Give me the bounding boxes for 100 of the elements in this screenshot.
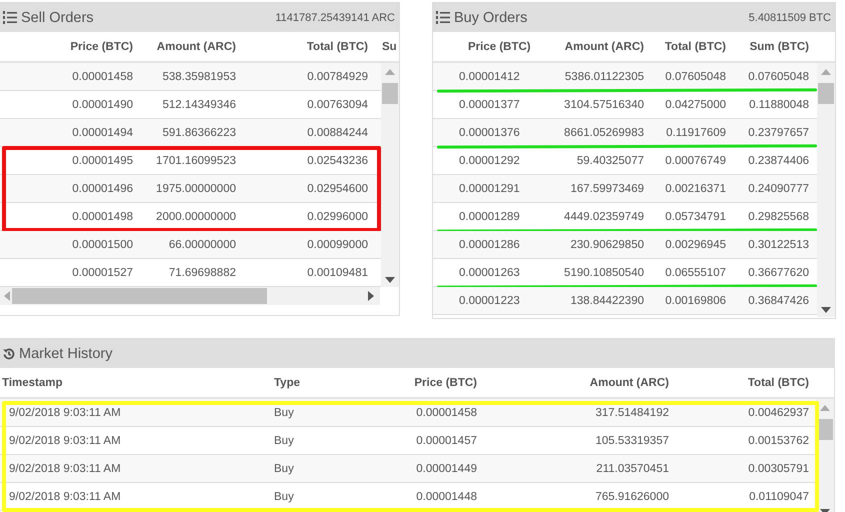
scroll-up-icon[interactable] <box>821 69 831 75</box>
scroll-up-icon[interactable] <box>385 69 395 75</box>
table-cell-text: 0.23797657 <box>748 126 810 138</box>
table-cell: Buy <box>274 462 294 474</box>
table-cell-text: 0.00001458 <box>72 70 134 82</box>
table-cell: 0.01109047 <box>749 490 809 502</box>
table-cell-text: 0.00001291 <box>458 182 520 194</box>
table-cell-text: 0.06555107 <box>665 266 727 278</box>
table-cell-text: 591.86366223 <box>162 126 237 138</box>
history-icon <box>3 348 15 360</box>
table-cell-text: 0.00884244 <box>307 126 369 138</box>
panel-title: Buy Orders <box>454 10 528 26</box>
scroll-down-icon[interactable] <box>385 277 395 283</box>
table-cell-text: 0.00001527 <box>72 266 134 278</box>
table-cell-text: 230.90629850 <box>570 238 645 250</box>
table-cell-text: 66.00000000 <box>168 238 237 250</box>
table-cell-text: 0.11917609 <box>666 126 727 138</box>
table-cell: Buy <box>274 406 294 418</box>
table-cell-text: 0.00001490 <box>72 98 134 110</box>
table-cell-text: 0.02996000 <box>307 210 369 222</box>
column-header: Amount (ARC) <box>564 40 645 52</box>
table-cell-text: 0.04275000 <box>665 98 727 110</box>
table-cell-text: 512.14349346 <box>162 98 237 110</box>
column-header: Timestamp <box>1 376 63 388</box>
scroll-thumb[interactable] <box>12 288 267 304</box>
table-cell-text: 71.69698882 <box>168 266 237 278</box>
table-cell-text: 8661.05269983 <box>564 126 645 138</box>
table-cell-text: 0.11880048 <box>749 98 810 110</box>
table-cell-text: 0.29825568 <box>748 210 810 222</box>
table-cell-text: 138.84422390 <box>570 294 645 306</box>
table-cell-text: 0.02954600 <box>307 182 369 194</box>
table-cell-text: 0.00169806 <box>665 294 727 306</box>
scroll-thumb[interactable] <box>818 83 834 104</box>
table-cell-text: 0.00001496 <box>72 182 134 194</box>
table-cell-text: 0.00001289 <box>458 210 520 222</box>
table-cell-text: 0.00001495 <box>72 154 134 166</box>
table-cell-text: 9/02/2018 9:03:11 AM <box>8 406 121 418</box>
panel-title: Sell Orders <box>21 10 95 26</box>
table-cell: Buy <box>274 434 294 446</box>
table-cell-text: 0.00763094 <box>307 98 369 110</box>
table-cell-text: 0.23874406 <box>748 154 810 166</box>
table-cell: 0.00153762 <box>748 434 809 446</box>
panel-total: 5.40811509 BTC <box>748 12 831 24</box>
table-cell-text: 0.00296945 <box>665 238 727 250</box>
table-cell-text: 0.07605048 <box>748 70 810 82</box>
scroll-right-icon[interactable] <box>368 291 374 301</box>
table-cell: 0.00001457 <box>416 434 477 446</box>
table-cell: 105.53319357 <box>595 434 669 446</box>
table-cell-text: 0.00099000 <box>307 238 369 250</box>
table-cell-text: 0.24090777 <box>748 182 810 194</box>
table-cell: 0.00001449 <box>416 462 477 474</box>
table-cell-text: 0.00001292 <box>458 154 520 166</box>
table-cell-text: 1975.00000000 <box>156 182 237 194</box>
scroll-thumb[interactable] <box>382 83 398 104</box>
table-cell: 0.00001458 <box>416 406 477 418</box>
column-header: Price (BTC) <box>70 40 134 52</box>
table-cell: 317.51484192 <box>595 406 669 418</box>
table-cell: 0.00305791 <box>748 462 809 474</box>
table-cell-text: 0.00001498 <box>72 210 134 222</box>
horizontal-scrollbar[interactable] <box>0 287 380 305</box>
column-header: Amount (ARC) <box>590 376 669 388</box>
table-cell-text: 3104.57516340 <box>564 98 645 110</box>
scroll-up-icon[interactable] <box>820 405 830 411</box>
table-cell-text: 2000.00000000 <box>156 210 237 222</box>
table-cell-text: 0.36847426 <box>748 294 810 306</box>
table-cell-text: 1701.16099523 <box>156 154 237 166</box>
table-cell-text: 0.07605048 <box>665 70 727 82</box>
panel-title: Market History <box>19 346 114 362</box>
column-header: Price (BTC) <box>414 376 477 388</box>
table-cell-text: 0.00001376 <box>458 126 520 138</box>
column-header: Amount (ARC) <box>156 40 237 52</box>
table-cell-text: 4449.02359749 <box>564 210 645 222</box>
table-cell-text: 0.00076749 <box>665 154 727 166</box>
table-cell-text: 167.59973469 <box>570 182 645 194</box>
column-header: Total (BTC) <box>664 40 727 52</box>
table-cell-text: 9/02/2018 9:03:11 AM <box>8 462 121 474</box>
table-cell-text: 0.00001500 <box>72 238 134 250</box>
table-cell-text: 0.00001377 <box>458 98 520 110</box>
table-cell-text: 9/02/2018 9:03:11 AM <box>8 434 121 446</box>
table-cell-text: 0.05734791 <box>665 210 727 222</box>
table-cell-text: 0.00001223 <box>458 294 520 306</box>
table-cell-text: 0.00001263 <box>458 266 520 278</box>
table-cell-text: 0.00001286 <box>458 238 520 250</box>
table-cell: 0.00462937 <box>748 406 809 418</box>
numbered-list-icon <box>3 11 17 24</box>
table-cell-text: 0.00216371 <box>665 182 727 194</box>
vertical-scrollbar[interactable] <box>381 63 399 287</box>
vertical-scrollbar[interactable] <box>817 63 835 317</box>
panel-total: 1141787.25439141 ARC <box>275 12 395 24</box>
table-cell: Buy <box>274 490 294 502</box>
column-header: Price (BTC) <box>467 40 531 52</box>
table-cell-text: 0.30122513 <box>748 238 810 250</box>
table-cell-text: 538.35981953 <box>162 70 237 82</box>
table-cell-text: 0.00109481 <box>307 266 369 278</box>
scroll-left-icon[interactable] <box>4 291 10 301</box>
table-cell: 211.03570451 <box>596 462 669 474</box>
table-cell-text: 9/02/2018 9:03:11 AM <box>8 490 121 502</box>
scroll-down-icon[interactable] <box>821 307 831 313</box>
table-cell-text: 59.40325077 <box>576 154 645 166</box>
table-cell: 765.91626000 <box>595 490 669 502</box>
